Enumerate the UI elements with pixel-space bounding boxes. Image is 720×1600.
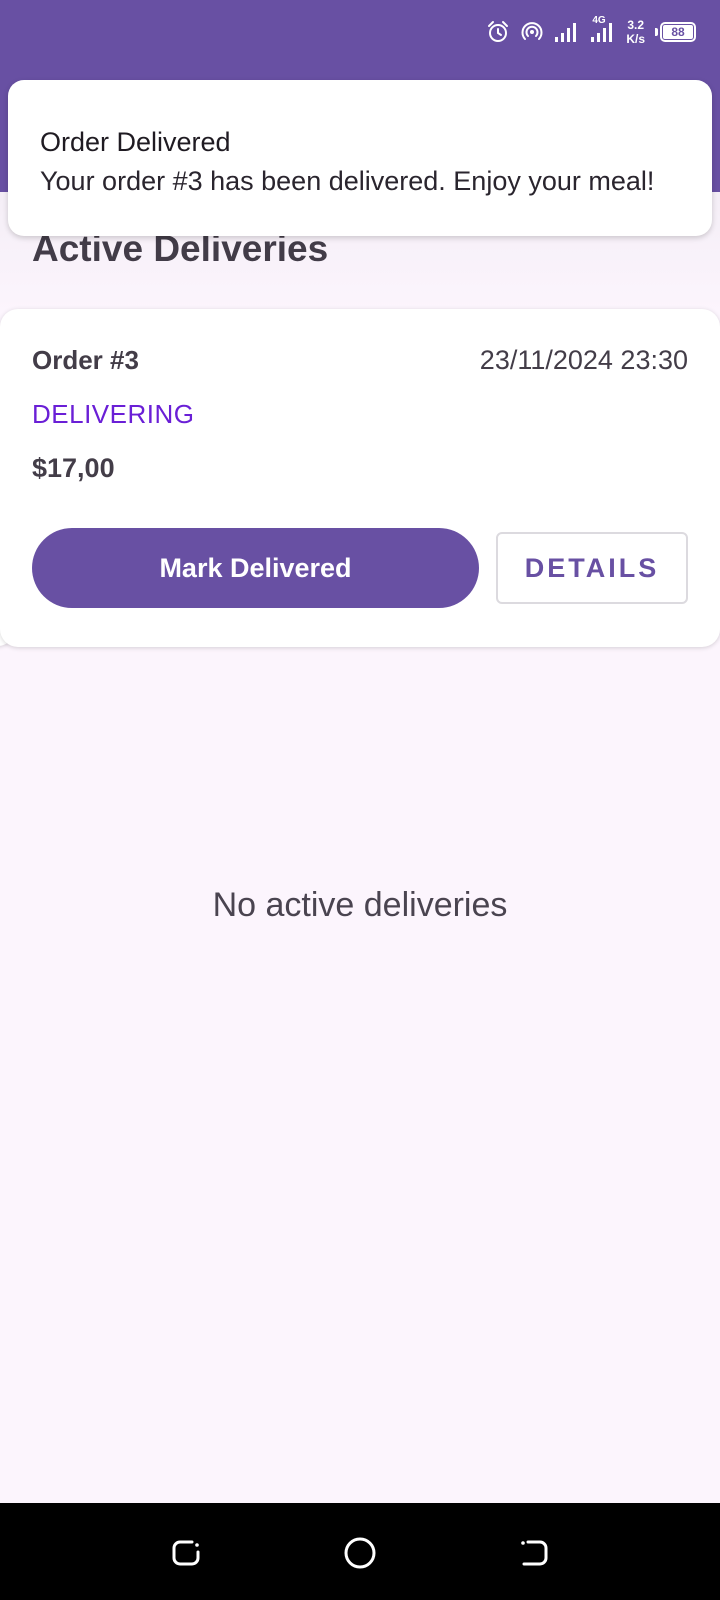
navigation-bar (0, 1503, 720, 1600)
mark-delivered-button[interactable]: Mark Delivered (32, 528, 479, 608)
screen: 4G 3.2 K/s 88 Order Delivered Your order… (0, 0, 720, 1600)
hotspot-icon (520, 20, 544, 44)
alarm-icon (486, 20, 510, 44)
order-number: Order #3 (32, 345, 139, 375)
back-icon[interactable] (514, 1533, 554, 1573)
signal-4g-icon: 4G (590, 15, 616, 43)
details-button[interactable]: DETAILS (496, 532, 688, 604)
order-price: $17,00 (32, 453, 115, 483)
battery-level: 88 (663, 25, 693, 39)
battery-icon: 88 (655, 22, 696, 42)
network-speed: 3.2 K/s (626, 18, 645, 46)
network-type-label: 4G (592, 15, 606, 26)
order-timestamp: 23/11/2024 23:30 (479, 345, 688, 375)
status-bar: 4G 3.2 K/s 88 (486, 15, 696, 48)
notification-body: Your order #3 has been delivered. Enjoy … (40, 166, 655, 196)
signal-icon (554, 21, 580, 43)
empty-state-message: No active deliveries (212, 886, 508, 924)
network-speed-unit: K/s (626, 32, 645, 46)
order-status: DELIVERING (32, 399, 195, 429)
network-speed-value: 3.2 (627, 18, 644, 32)
home-icon[interactable] (340, 1533, 380, 1573)
battery-body: 88 (660, 22, 696, 42)
recents-icon[interactable] (166, 1533, 206, 1573)
heads-up-notification[interactable]: Order Delivered Your order #3 has been d… (8, 80, 712, 236)
battery-nub (655, 28, 658, 36)
notification-title: Order Delivered (40, 127, 231, 157)
order-card: Order #3 23/11/2024 23:30 DELIVERING $17… (0, 309, 720, 647)
